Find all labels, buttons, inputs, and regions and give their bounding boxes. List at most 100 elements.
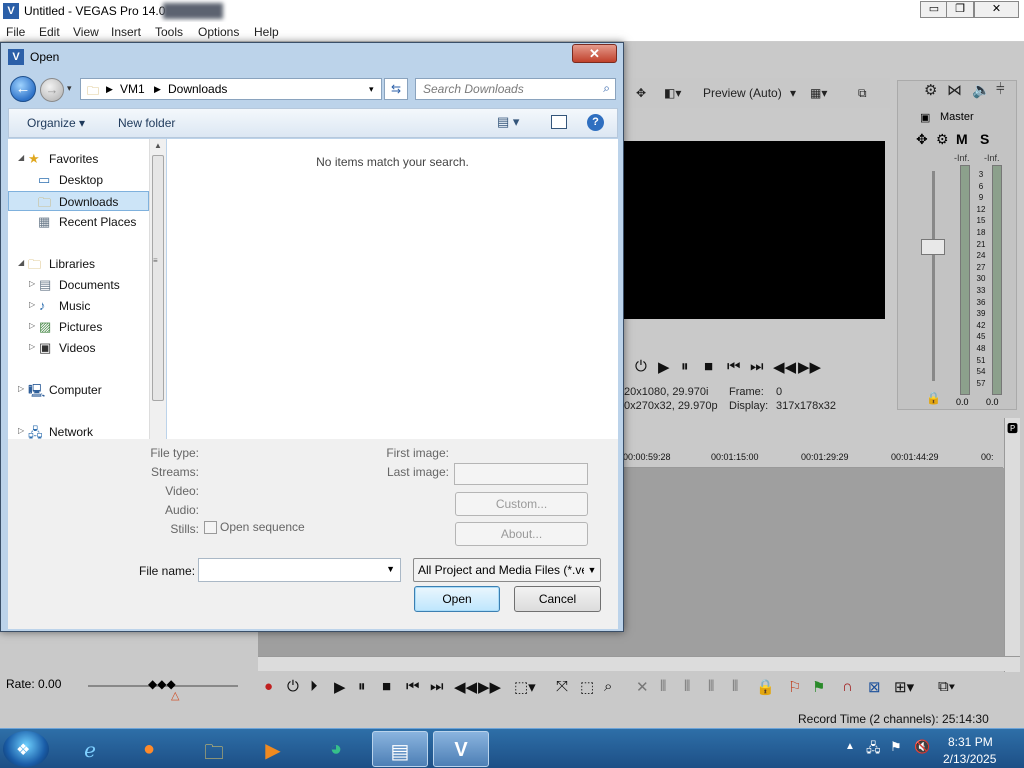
record-icon[interactable]: ● <box>264 678 273 695</box>
cancel-button[interactable]: Cancel <box>514 586 601 612</box>
expand-arrow-icon[interactable]: ▷ <box>29 300 35 309</box>
last-image-field[interactable] <box>454 463 588 485</box>
play-icon[interactable]: ▶ <box>658 358 670 376</box>
search-box[interactable]: ⌕ <box>415 78 616 100</box>
recent-locations-dropdown[interactable]: ▾ <box>67 83 72 94</box>
open-button[interactable]: Open <box>414 586 500 612</box>
fast-forward-icon[interactable]: ▶▶ <box>798 358 821 376</box>
open-sequence-checkbox[interactable] <box>204 521 217 534</box>
stop-icon[interactable]: ■ <box>704 358 713 375</box>
go-to-end-icon[interactable]: ⏭ <box>430 678 444 695</box>
expand-arrow-icon[interactable]: ▷ <box>18 384 24 393</box>
normal-edit-tool-icon[interactable]: ⬚▾ <box>514 678 536 696</box>
delete-icon[interactable]: ✕ <box>636 678 649 696</box>
app-close-button[interactable]: ✕ <box>974 1 1019 18</box>
nav-computer[interactable]: ▷ 🖳 Computer <box>8 380 149 400</box>
mixer-properties-icon[interactable]: ⫩ <box>996 81 1005 98</box>
file-type-select[interactable]: All Project and Media Files (*.ve ▼ <box>413 558 601 582</box>
start-button[interactable]: ❖ <box>3 731 49 767</box>
nav-desktop[interactable]: ▭ Desktop <box>8 170 149 190</box>
menu-tools[interactable]: Tools <box>155 25 183 39</box>
menu-view[interactable]: View <box>73 25 99 39</box>
taskbar-firefox[interactable]: ● <box>121 731 177 767</box>
go-to-start-icon[interactable]: ⏮ <box>406 678 420 695</box>
fx-chain-icon[interactable]: ⚙ <box>936 131 949 148</box>
expand-arrow-icon[interactable]: ▷ <box>29 321 35 330</box>
trim-icon[interactable]: ⫴ <box>660 678 666 695</box>
nav-recent-places[interactable]: ▦ Recent Places <box>8 212 149 232</box>
search-icon[interactable]: ⌕ <box>603 81 610 96</box>
change-view-icon[interactable]: ▤ ▾ <box>497 114 519 130</box>
ripple-edit-icon[interactable]: ⊞▾ <box>894 678 914 696</box>
expand-arrow-icon[interactable]: ◢ <box>18 153 24 162</box>
minimize-button[interactable]: ▭ <box>920 1 948 18</box>
network-icon[interactable]: 🖧 <box>866 739 881 761</box>
grid-icon[interactable]: ▦▾ <box>810 86 827 100</box>
split-screen-icon[interactable]: ✥ <box>636 86 646 100</box>
file-type-dropdown-icon[interactable]: ▼ <box>584 559 600 581</box>
show-hidden-icons-icon[interactable]: ▲ <box>845 741 855 752</box>
play-from-start-icon[interactable]: ⏵ <box>310 678 318 695</box>
solo-button[interactable]: S <box>980 131 989 147</box>
dialog-close-button[interactable]: ✕ <box>572 44 617 63</box>
settings-gear-icon[interactable]: ⚙ <box>924 81 937 99</box>
mute-button[interactable]: M <box>956 131 968 147</box>
play-icon[interactable]: ▶ <box>334 678 346 696</box>
zoom-tool-icon[interactable]: ⌕ <box>604 678 612 695</box>
copy-snapshot-icon[interactable]: ⧉ <box>858 86 867 101</box>
scroll-up-icon[interactable]: ▲ <box>154 141 162 150</box>
menu-insert[interactable]: Insert <box>111 25 141 39</box>
master-box-icon[interactable]: ▣ <box>920 111 930 124</box>
taskbar-internet-explorer[interactable]: ℯ <box>62 731 118 767</box>
expand-arrow-icon[interactable]: ▷ <box>29 342 35 351</box>
menu-options[interactable]: Options <box>198 25 239 39</box>
breadcrumb-vm1[interactable]: VM1 <box>120 82 145 96</box>
volume-fader[interactable] <box>921 239 945 255</box>
taskbar-app[interactable]: ◕ <box>308 731 364 767</box>
nav-videos[interactable]: ▷ ▣ Videos <box>8 338 149 358</box>
dialog-title-bar[interactable]: V Open ✕ <box>1 43 623 71</box>
loop-playback-icon[interactable]: ⏻ <box>287 678 299 695</box>
organize-button[interactable]: Organize ▾ <box>27 116 85 130</box>
menu-file[interactable]: File <box>6 25 25 39</box>
next-frame-icon[interactable]: ⏭ <box>750 358 764 375</box>
snapping-icon[interactable]: ∩ <box>842 678 853 695</box>
custom-button[interactable]: Custom... <box>455 492 588 516</box>
pause-icon[interactable]: ⏸ <box>681 358 689 375</box>
file-name-dropdown-icon[interactable]: ▼ <box>386 564 395 574</box>
envelope-tool-icon[interactable]: ⤧ <box>556 678 568 695</box>
fx-icon[interactable]: ✥ <box>916 131 928 148</box>
preview-quality-dropdown[interactable]: Preview (Auto) <box>703 86 782 100</box>
nav-favorites[interactable]: ◢ ★ Favorites <box>8 149 149 169</box>
region-icon[interactable]: ⚑ <box>812 678 825 696</box>
selection-tool-icon[interactable]: ⬚ <box>580 678 594 696</box>
address-dropdown-icon[interactable]: ▾ <box>369 84 374 95</box>
nav-libraries[interactable]: ◢ 🗀 Libraries <box>8 254 149 274</box>
lock-envelopes-icon[interactable]: ⧉▾ <box>938 678 955 695</box>
expand-arrow-icon[interactable]: ◢ <box>18 258 24 267</box>
breadcrumb-downloads[interactable]: Downloads <box>168 82 227 96</box>
new-folder-button[interactable]: New folder <box>118 116 175 130</box>
preview-quality-chevron-icon[interactable]: ▾ <box>790 86 796 100</box>
volume-muted-icon[interactable]: 🔇 <box>914 739 930 755</box>
stop-icon[interactable]: ■ <box>382 678 391 695</box>
timeline-ruler[interactable]: 00:00:59:28 00:01:15:00 00:01:29:29 00:0… <box>623 448 1003 468</box>
action-center-icon[interactable]: ⚑ <box>890 739 902 755</box>
menu-help[interactable]: Help <box>254 25 279 39</box>
navigation-scrollbar[interactable]: ▲ ≡ <box>149 139 166 439</box>
search-input[interactable] <box>416 79 594 99</box>
trim-end-icon[interactable]: ⫴ <box>708 678 714 695</box>
clock-date[interactable]: 2/13/2025 <box>943 752 996 766</box>
rewind-icon[interactable]: ◀◀ <box>773 358 796 376</box>
taskbar-file-explorer[interactable]: 🗀 <box>186 731 242 767</box>
forward-button[interactable]: → <box>40 78 64 102</box>
preview-pane-icon[interactable] <box>551 115 567 129</box>
refresh-button[interactable]: ⇆ <box>384 78 408 100</box>
lock-icon[interactable]: 🔒 <box>926 391 941 405</box>
scrollbar-thumb[interactable] <box>152 155 164 401</box>
nav-pictures[interactable]: ▷ ▨ Pictures <box>8 317 149 337</box>
speaker-icon[interactable]: 🔈 <box>972 81 991 99</box>
expand-arrow-icon[interactable]: ▷ <box>18 426 24 435</box>
overlay-icon[interactable]: ◧▾ <box>664 86 681 100</box>
split-icon[interactable]: ⫴ <box>732 678 738 695</box>
